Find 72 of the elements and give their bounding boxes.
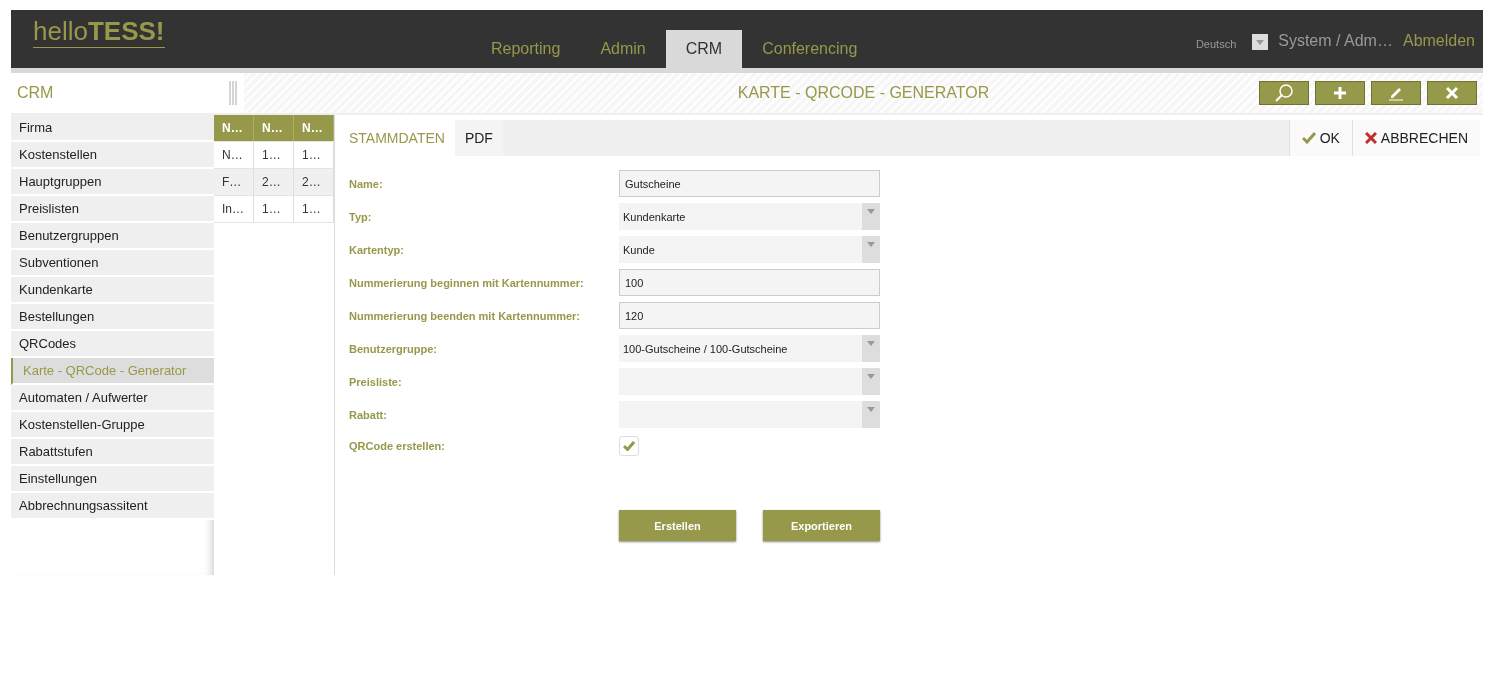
select-field[interactable]: Kundenkarte — [619, 203, 880, 230]
table-cell: 2… — [294, 169, 334, 195]
select-field[interactable]: 100-Gutscheine / 100-Gutscheine — [619, 335, 880, 362]
logo: helloTESS! — [33, 18, 165, 48]
table-cell: N… — [214, 142, 254, 168]
resize-handle-icon[interactable] — [229, 81, 237, 105]
caret-icon — [867, 341, 875, 346]
sidebar-item[interactable]: Rabattstufen — [11, 439, 214, 466]
edit-button[interactable] — [1371, 81, 1421, 105]
table-cell: F… — [214, 169, 254, 195]
caret-icon — [867, 209, 875, 214]
plus-icon — [1333, 86, 1347, 100]
add-button[interactable] — [1315, 81, 1365, 105]
field-label: Nummerierung beginnen mit Kartennummer: — [349, 276, 585, 289]
sidebar-item[interactable]: Kostenstellen — [11, 142, 214, 169]
nav-tab[interactable]: CRM — [665, 30, 743, 68]
text-field[interactable]: 120 — [619, 302, 880, 329]
sidebar-item[interactable]: Kostenstellen-Gruppe — [11, 412, 214, 439]
language-label: Deutsch — [1195, 38, 1237, 50]
sidebar-item[interactable]: Bestellungen — [11, 304, 214, 331]
table-cell: 1… — [254, 142, 294, 168]
search-icon — [1273, 83, 1295, 103]
sidebar-item[interactable]: Einstellungen — [11, 466, 214, 493]
sidebar-item[interactable]: QRCodes — [11, 331, 214, 358]
field-label: Name: — [349, 177, 384, 190]
sidebar-item[interactable]: Hauptgruppen — [11, 169, 214, 196]
tab[interactable]: PDF — [454, 120, 503, 156]
pencil-icon — [1387, 85, 1405, 101]
select-field[interactable] — [619, 401, 880, 428]
select-field[interactable] — [619, 368, 880, 395]
table-cell: 2… — [254, 169, 294, 195]
nav-tab[interactable]: Admin — [580, 30, 666, 68]
sidebar-item[interactable]: Benutzergruppen — [11, 223, 214, 250]
cross-icon — [1364, 132, 1377, 144]
page-title: KARTE - QRCODE - GENERATOR — [736, 84, 991, 102]
nav-tab[interactable]: Reporting — [471, 30, 581, 68]
field-label: QRCode erstellen: — [349, 440, 446, 452]
dropdown-toggle[interactable] — [1252, 34, 1269, 50]
field-label: Nummerierung beenden mit Kartennummer: — [349, 309, 582, 322]
caret-icon — [1256, 39, 1265, 45]
sidebar-item[interactable]: Automaten / Aufwerter — [11, 385, 214, 412]
sidebar-item[interactable]: Firma — [11, 115, 214, 142]
field-label: Typ: — [349, 210, 373, 223]
ok-button[interactable]: OK — [1288, 120, 1352, 156]
field-label: Rabatt: — [349, 408, 388, 421]
table-cell: 1… — [294, 196, 334, 222]
cancel-button[interactable]: ABBRECHEN — [1351, 120, 1480, 156]
caret-icon — [867, 242, 875, 247]
logout-link[interactable]: Abmelden — [1402, 32, 1475, 50]
sidebar-item[interactable]: Kundenkarte — [11, 277, 214, 304]
table-cell: In… — [214, 196, 254, 222]
user-name: System / Adm… — [1278, 32, 1393, 50]
sidebar-item[interactable]: Preislisten — [11, 196, 214, 223]
select-field[interactable]: Kunde — [619, 236, 880, 263]
sidebar-item[interactable]: Abbrechnungsassitent — [11, 493, 214, 520]
checkbox[interactable] — [619, 436, 639, 456]
check-icon — [1301, 132, 1316, 144]
search-button[interactable] — [1259, 81, 1309, 105]
close-icon — [1445, 86, 1459, 100]
table-cell: 1… — [254, 196, 294, 222]
check-icon — [623, 441, 635, 451]
close-button[interactable] — [1427, 81, 1477, 105]
nav-tab[interactable]: Conferencing — [742, 30, 878, 68]
text-field[interactable]: 100 — [619, 269, 880, 296]
caret-icon — [867, 374, 875, 379]
field-label: Kartentyp: — [349, 243, 405, 256]
field-label: Preisliste: — [349, 375, 403, 388]
sidebar-item[interactable]: Subventionen — [11, 250, 214, 277]
field-label: Benutzergruppe: — [349, 342, 438, 355]
caret-icon — [867, 407, 875, 412]
table-cell: 1… — [294, 142, 334, 168]
text-field[interactable]: Gutscheine — [619, 170, 880, 197]
